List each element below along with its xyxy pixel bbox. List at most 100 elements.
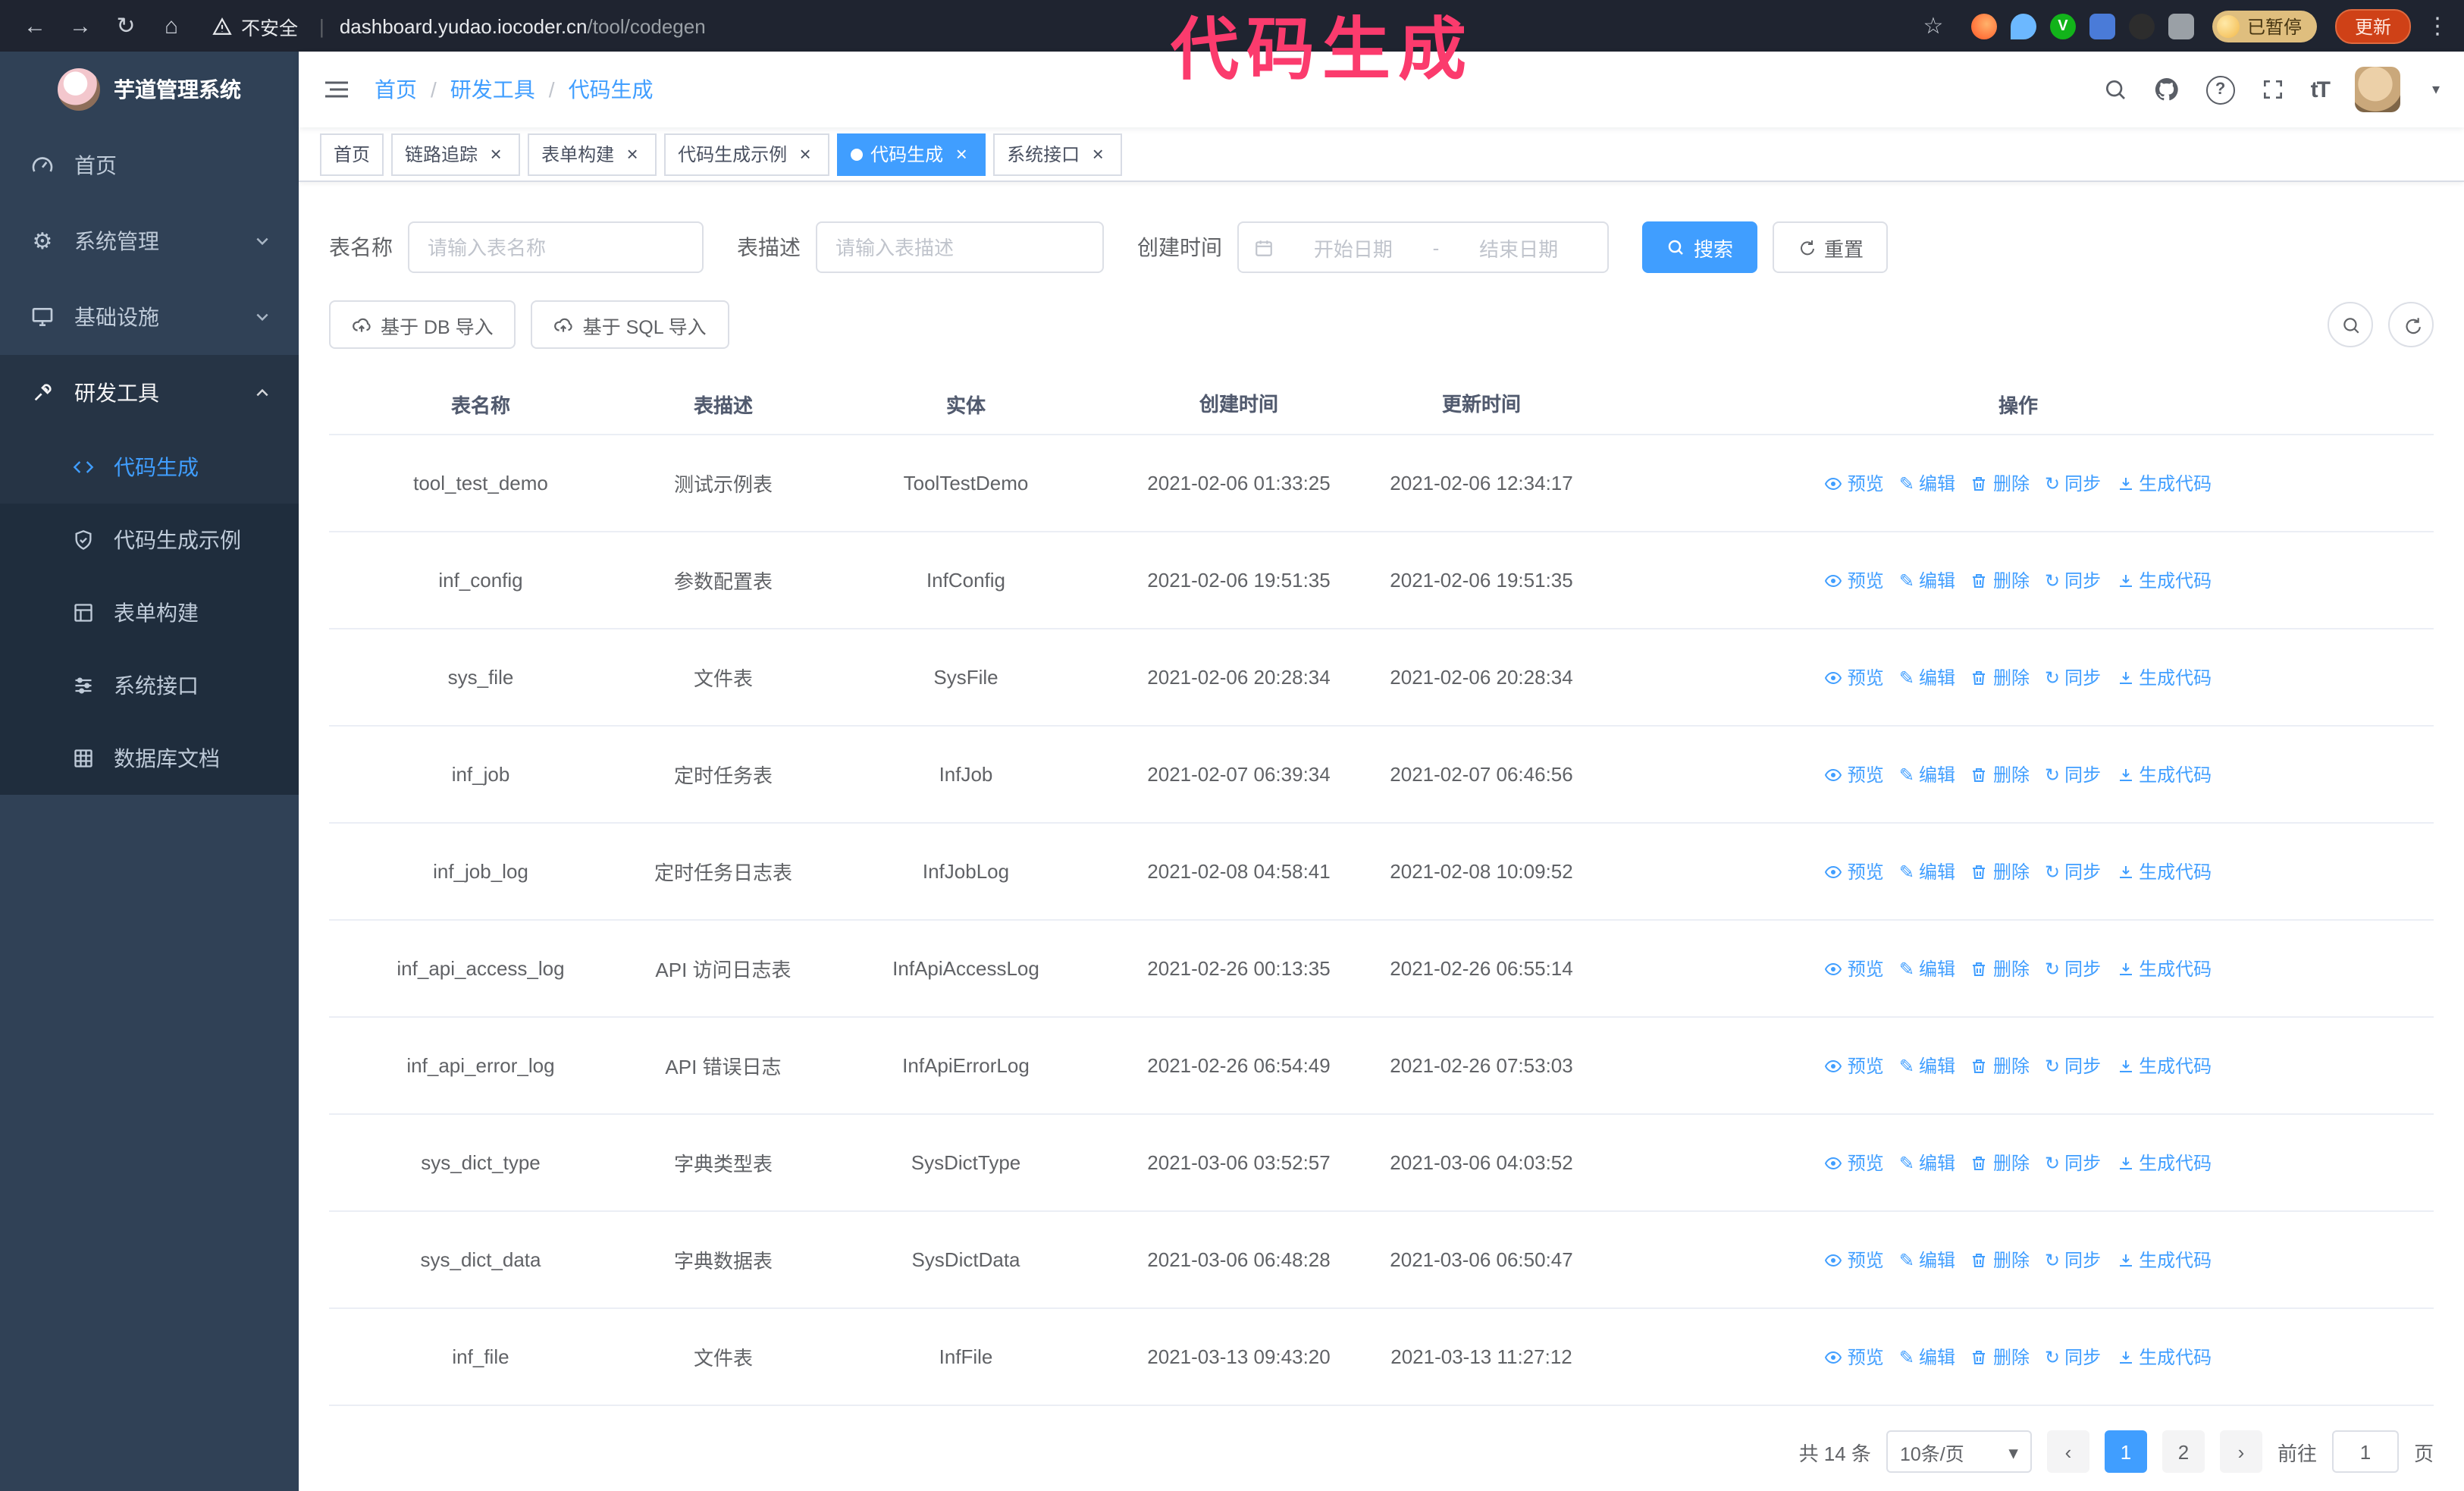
search-button[interactable]: 搜索	[1642, 221, 1758, 273]
table-name-input[interactable]	[408, 221, 704, 273]
end-date-placeholder[interactable]: 结束日期	[1445, 233, 1592, 262]
generate-code-link[interactable]: 生成代码	[2116, 1247, 2212, 1273]
generate-code-link[interactable]: 生成代码	[2116, 470, 2212, 496]
sidebar-subitem-form-builder[interactable]: 表单构建	[0, 576, 299, 649]
extension-icon-drop[interactable]	[2010, 13, 2036, 39]
generate-code-link[interactable]: 生成代码	[2116, 1344, 2212, 1370]
extensions-puzzle-icon[interactable]	[2168, 13, 2194, 39]
preview-link[interactable]: 预览	[1825, 567, 1884, 593]
search-icon[interactable]	[2103, 77, 2127, 102]
tab-close-icon[interactable]: ×	[795, 143, 816, 165]
user-avatar[interactable]	[2354, 67, 2400, 112]
generate-code-link[interactable]: 生成代码	[2116, 664, 2212, 690]
table-desc-input[interactable]	[816, 221, 1104, 273]
edit-link[interactable]: ✎ 编辑	[1899, 761, 1955, 787]
sync-link[interactable]: ↻ 同步	[2045, 956, 2101, 981]
preview-link[interactable]: 预览	[1825, 859, 1884, 884]
edit-link[interactable]: ✎ 编辑	[1899, 1150, 1955, 1176]
sync-link[interactable]: ↻ 同步	[2045, 761, 2101, 787]
import-db-button[interactable]: 基于 DB 导入	[329, 300, 516, 349]
generate-code-link[interactable]: 生成代码	[2116, 859, 2212, 884]
update-button[interactable]: 更新	[2334, 8, 2411, 43]
edit-link[interactable]: ✎ 编辑	[1899, 664, 1955, 690]
forward-icon[interactable]: →	[61, 6, 100, 46]
delete-link[interactable]: 删除	[1970, 956, 2030, 981]
page-button-2[interactable]: 2	[2161, 1430, 2205, 1473]
generate-code-link[interactable]: 生成代码	[2116, 956, 2212, 981]
sync-link[interactable]: ↻ 同步	[2045, 1247, 2101, 1273]
tab[interactable]: 链路追踪 ×	[391, 133, 521, 175]
sidebar-subitem-db-doc[interactable]: 数据库文档	[0, 722, 299, 795]
delete-link[interactable]: 删除	[1970, 859, 2030, 884]
goto-page-input[interactable]	[2331, 1430, 2399, 1473]
extension-icon-dark[interactable]	[2128, 13, 2155, 39]
generate-code-link[interactable]: 生成代码	[2116, 567, 2212, 593]
sync-link[interactable]: ↻ 同步	[2045, 664, 2101, 690]
github-icon[interactable]	[2153, 76, 2180, 103]
page-button-1[interactable]: 1	[2104, 1430, 2147, 1473]
sync-link[interactable]: ↻ 同步	[2045, 1150, 2101, 1176]
tab-close-icon[interactable]: ×	[1087, 143, 1108, 165]
breadcrumb-dev-tools[interactable]: 研发工具	[450, 74, 569, 105]
import-sql-button[interactable]: 基于 SQL 导入	[531, 300, 729, 349]
start-date-placeholder[interactable]: 开始日期	[1280, 233, 1427, 262]
tab[interactable]: 系统接口 ×	[993, 133, 1123, 175]
edit-link[interactable]: ✎ 编辑	[1899, 1053, 1955, 1078]
sync-link[interactable]: ↻ 同步	[2045, 567, 2101, 593]
font-size-icon[interactable]: tT	[2311, 77, 2331, 102]
date-range-picker[interactable]: 开始日期 - 结束日期	[1237, 221, 1609, 273]
tab-close-icon[interactable]: ×	[951, 143, 972, 165]
preview-link[interactable]: 预览	[1825, 1247, 1884, 1273]
edit-link[interactable]: ✎ 编辑	[1899, 470, 1955, 496]
toggle-search-button[interactable]	[2328, 302, 2373, 347]
sync-link[interactable]: ↻ 同步	[2045, 1344, 2101, 1370]
delete-link[interactable]: 删除	[1970, 1053, 2030, 1078]
preview-link[interactable]: 预览	[1825, 1344, 1884, 1370]
delete-link[interactable]: 删除	[1970, 1150, 2030, 1176]
bookmark-star-icon[interactable]: ☆	[1914, 6, 1953, 46]
sidebar-subitem-api[interactable]: 系统接口	[0, 649, 299, 722]
paused-badge[interactable]: 已暂停	[2212, 10, 2317, 42]
delete-link[interactable]: 删除	[1970, 567, 2030, 593]
security-indicator[interactable]: 不安全	[212, 11, 298, 40]
app-logo[interactable]: 芋道管理系统	[0, 52, 299, 127]
delete-link[interactable]: 删除	[1970, 470, 2030, 496]
preview-link[interactable]: 预览	[1825, 470, 1884, 496]
back-icon[interactable]: ←	[15, 6, 55, 46]
breadcrumb-home[interactable]: 首页	[375, 74, 450, 105]
fullscreen-icon[interactable]	[2261, 77, 2285, 102]
edit-link[interactable]: ✎ 编辑	[1899, 567, 1955, 593]
extension-icon-green-v[interactable]: V	[2049, 13, 2076, 39]
sidebar-item-dev-tools[interactable]: 研发工具	[0, 355, 299, 431]
edit-link[interactable]: ✎ 编辑	[1899, 956, 1955, 981]
delete-link[interactable]: 删除	[1970, 1344, 2030, 1370]
sync-link[interactable]: ↻ 同步	[2045, 1053, 2101, 1078]
extension-icon-grid[interactable]	[2089, 13, 2115, 39]
sync-link[interactable]: ↻ 同步	[2045, 470, 2101, 496]
preview-link[interactable]: 预览	[1825, 956, 1884, 981]
sidebar-item-home[interactable]: 首页	[0, 127, 299, 203]
delete-link[interactable]: 删除	[1970, 664, 2030, 690]
edit-link[interactable]: ✎ 编辑	[1899, 859, 1955, 884]
hamburger-icon[interactable]	[323, 76, 350, 103]
preview-link[interactable]: 预览	[1825, 761, 1884, 787]
tab[interactable]: 代码生成 ×	[837, 133, 986, 175]
prev-page-button[interactable]: ‹	[2046, 1430, 2089, 1473]
preview-link[interactable]: 预览	[1825, 664, 1884, 690]
preview-link[interactable]: 预览	[1825, 1150, 1884, 1176]
sidebar-item-system[interactable]: ⚙ 系统管理	[0, 203, 299, 279]
address-bar[interactable]: dashboard.yudao.iocoder.cn/tool/codegen	[340, 14, 1908, 37]
tab[interactable]: 表单构建 ×	[528, 133, 657, 175]
edit-link[interactable]: ✎ 编辑	[1899, 1344, 1955, 1370]
delete-link[interactable]: 删除	[1970, 1247, 2030, 1273]
avatar-caret-icon[interactable]: ▾	[2432, 81, 2440, 98]
home-icon[interactable]: ⌂	[152, 6, 191, 46]
reload-icon[interactable]: ↻	[106, 6, 146, 46]
sidebar-subitem-codegen[interactable]: 代码生成	[0, 431, 299, 504]
tab-close-icon[interactable]: ×	[485, 143, 506, 165]
sidebar-subitem-codegen-example[interactable]: 代码生成示例	[0, 504, 299, 576]
generate-code-link[interactable]: 生成代码	[2116, 761, 2212, 787]
tab[interactable]: 代码生成示例 ×	[664, 133, 830, 175]
tab-close-icon[interactable]: ×	[622, 143, 643, 165]
extension-icon-orange[interactable]	[1970, 13, 1997, 39]
